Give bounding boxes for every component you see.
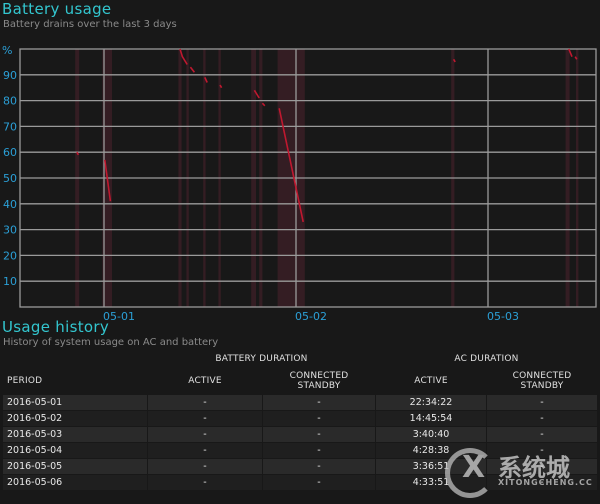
x-tick-label: 05-02 xyxy=(295,310,327,323)
y-tick-label: 50 xyxy=(3,172,17,185)
y-tick-label: 40 xyxy=(3,198,17,211)
usage-history-title: Usage history xyxy=(2,318,109,336)
y-tick-label: 60 xyxy=(3,146,17,159)
y-tick-label: 10 xyxy=(3,275,17,288)
cell-bat-active: - xyxy=(148,443,262,458)
y-tick-label: 90 xyxy=(3,69,17,82)
watermark-x: X xyxy=(462,450,486,485)
battery-drain-line xyxy=(189,66,196,73)
x-tick-label: 05-03 xyxy=(487,310,519,323)
cell-period: 2016-05-04 xyxy=(3,443,147,458)
y-tick-label: 80 xyxy=(3,95,17,108)
y-tick-label: 30 xyxy=(3,224,17,237)
cell-ac-standby: - xyxy=(487,395,597,410)
battery-usage-title: Battery usage xyxy=(2,0,112,18)
cell-period: 2016-05-03 xyxy=(3,427,147,442)
cell-bat-active: - xyxy=(148,395,262,410)
cell-bat-standby: - xyxy=(263,395,375,410)
table-row: 2016-05-01- -22:34:22- xyxy=(3,395,597,410)
battery-duration-header: BATTERY DURATION xyxy=(215,354,308,364)
cell-period: 2016-05-05 xyxy=(3,459,147,474)
watermark: X 系统城 XITONGCHENG.CC xyxy=(440,440,600,504)
ac-active-header: ACTIVE xyxy=(414,376,448,386)
battery-standby-header: CONNECTED STANDBY xyxy=(289,371,349,391)
cell-bat-active: - xyxy=(148,427,262,442)
period-header: PERIOD xyxy=(7,376,43,386)
ac-standby-header: CONNECTED STANDBY xyxy=(512,371,572,391)
battery-active-header: ACTIVE xyxy=(188,376,222,386)
cell-bat-active: - xyxy=(148,411,262,426)
cell-bat-standby: - xyxy=(263,443,375,458)
cell-bat-standby: - xyxy=(263,427,375,442)
battery-usage-subtitle: Battery drains over the last 3 days xyxy=(3,19,177,30)
y-tick-label: 70 xyxy=(3,120,17,133)
battery-drain-line xyxy=(261,102,266,107)
cell-ac-standby: - xyxy=(487,411,597,426)
battery-usage-chart: 908070605040302010%05-01 05-02 05-03 xyxy=(2,44,597,323)
cell-ac-active: 22:34:22 xyxy=(376,395,486,410)
y-tick-label: 20 xyxy=(3,249,17,262)
ac-duration-header: AC DURATION xyxy=(454,354,519,364)
y-axis-unit-label: % xyxy=(2,44,12,57)
table-row: 2016-05-02- -14:45:54- xyxy=(3,411,597,426)
header-spacer xyxy=(3,351,147,367)
cell-bat-active: - xyxy=(148,459,262,474)
watermark-text-en: XITONGCHENG.CC xyxy=(498,478,593,487)
cell-period: 2016-05-02 xyxy=(3,411,147,426)
cell-period: 2016-05-01 xyxy=(3,395,147,410)
usage-history-subtitle: History of system usage on AC and batter… xyxy=(3,337,219,348)
cell-bat-standby: - xyxy=(263,459,375,474)
cell-ac-active: 14:45:54 xyxy=(376,411,486,426)
cell-bat-standby: - xyxy=(263,411,375,426)
cell-bat-active: - xyxy=(148,475,262,490)
cell-bat-standby: - xyxy=(263,475,375,490)
cell-period: 2016-05-06 xyxy=(3,475,147,490)
